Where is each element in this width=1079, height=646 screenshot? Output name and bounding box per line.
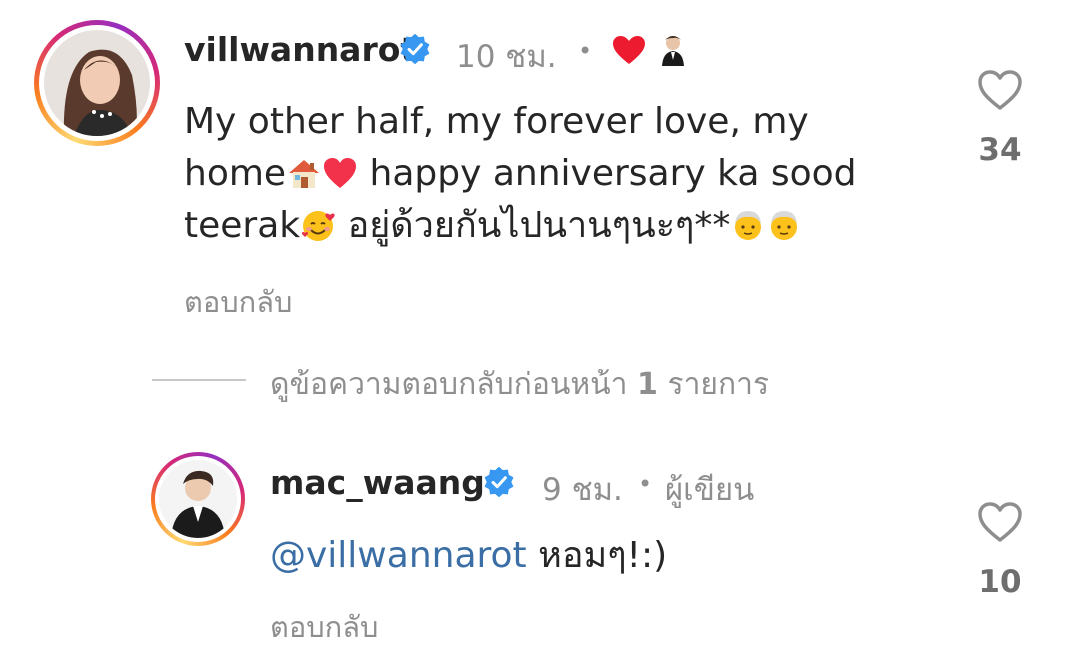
reply-author-label: ผู้เขียน [665, 472, 755, 508]
reply-reply-button[interactable]: ตอบกลับ [270, 604, 378, 646]
comment-separator: • [578, 37, 593, 65]
comment-username[interactable]: villwannarot [184, 30, 416, 69]
reply-separator: • [638, 470, 653, 498]
avatar-mac-waang[interactable] [151, 452, 245, 546]
reply-like-heart-icon[interactable] [976, 500, 1024, 544]
view-replies-divider [152, 379, 246, 381]
author-avatar-mini-icon [662, 36, 684, 66]
comment-time: 10 ชม. [456, 39, 557, 75]
reply-mention-link[interactable]: @villwannarot [270, 535, 527, 576]
smiling-face-with-hearts-emoji-icon [302, 211, 335, 241]
comment-text-line-1: My other half, my forever love, my [184, 101, 809, 142]
comment-like-heart-icon[interactable] [976, 68, 1024, 112]
comment-text-line-3: teerak อยู่ด้วยกันไปนานๆนะๆ** [184, 200, 944, 252]
comment-text-line-2a: home [184, 153, 287, 194]
comment-text-line-2b: happy anniversary ka sood [358, 153, 857, 194]
reply-time: 9 ชม. [542, 472, 623, 508]
view-replies-count: 1 [637, 367, 658, 402]
red-heart-emoji-icon [324, 158, 357, 188]
comment-reply-button[interactable]: ตอบกลับ [184, 279, 292, 325]
avatar-villwannarot[interactable] [34, 20, 160, 146]
view-previous-replies-button[interactable]: ดูข้อความตอบกลับก่อนหน้า 1 รายการ [270, 361, 769, 408]
comment-text-line-3a: teerak [184, 205, 301, 246]
liked-by-author-heart-icon [613, 36, 645, 64]
older-person-emoji-icon-2 [771, 211, 798, 240]
reply-username[interactable]: mac_waang [270, 463, 485, 502]
comment-text-line-3b: อยู่ด้วยกันไปนานๆนะๆ** [336, 205, 731, 246]
reply-like-count: 10 [978, 564, 1022, 600]
view-replies-prefix: ดูข้อความตอบกลับก่อนหน้า [270, 367, 628, 402]
verified-badge-icon [400, 33, 430, 65]
view-replies-suffix: รายการ [667, 367, 770, 402]
house-emoji-icon [289, 160, 320, 188]
reply-verified-badge-icon [484, 466, 514, 498]
comment-text: My other half, my forever love, my home … [184, 96, 944, 252]
comments-screen: villwannarot 10 ชม. • My other half, my … [0, 0, 1079, 646]
comment-like-count: 34 [978, 132, 1022, 168]
older-person-emoji-icon [735, 211, 762, 240]
comment-text-line-2: home happy anniversary ka sood [184, 148, 944, 200]
reply-text-body: หอมๆ!:) [526, 535, 668, 576]
reply-text: @villwannarot หอมๆ!:) [270, 530, 950, 582]
